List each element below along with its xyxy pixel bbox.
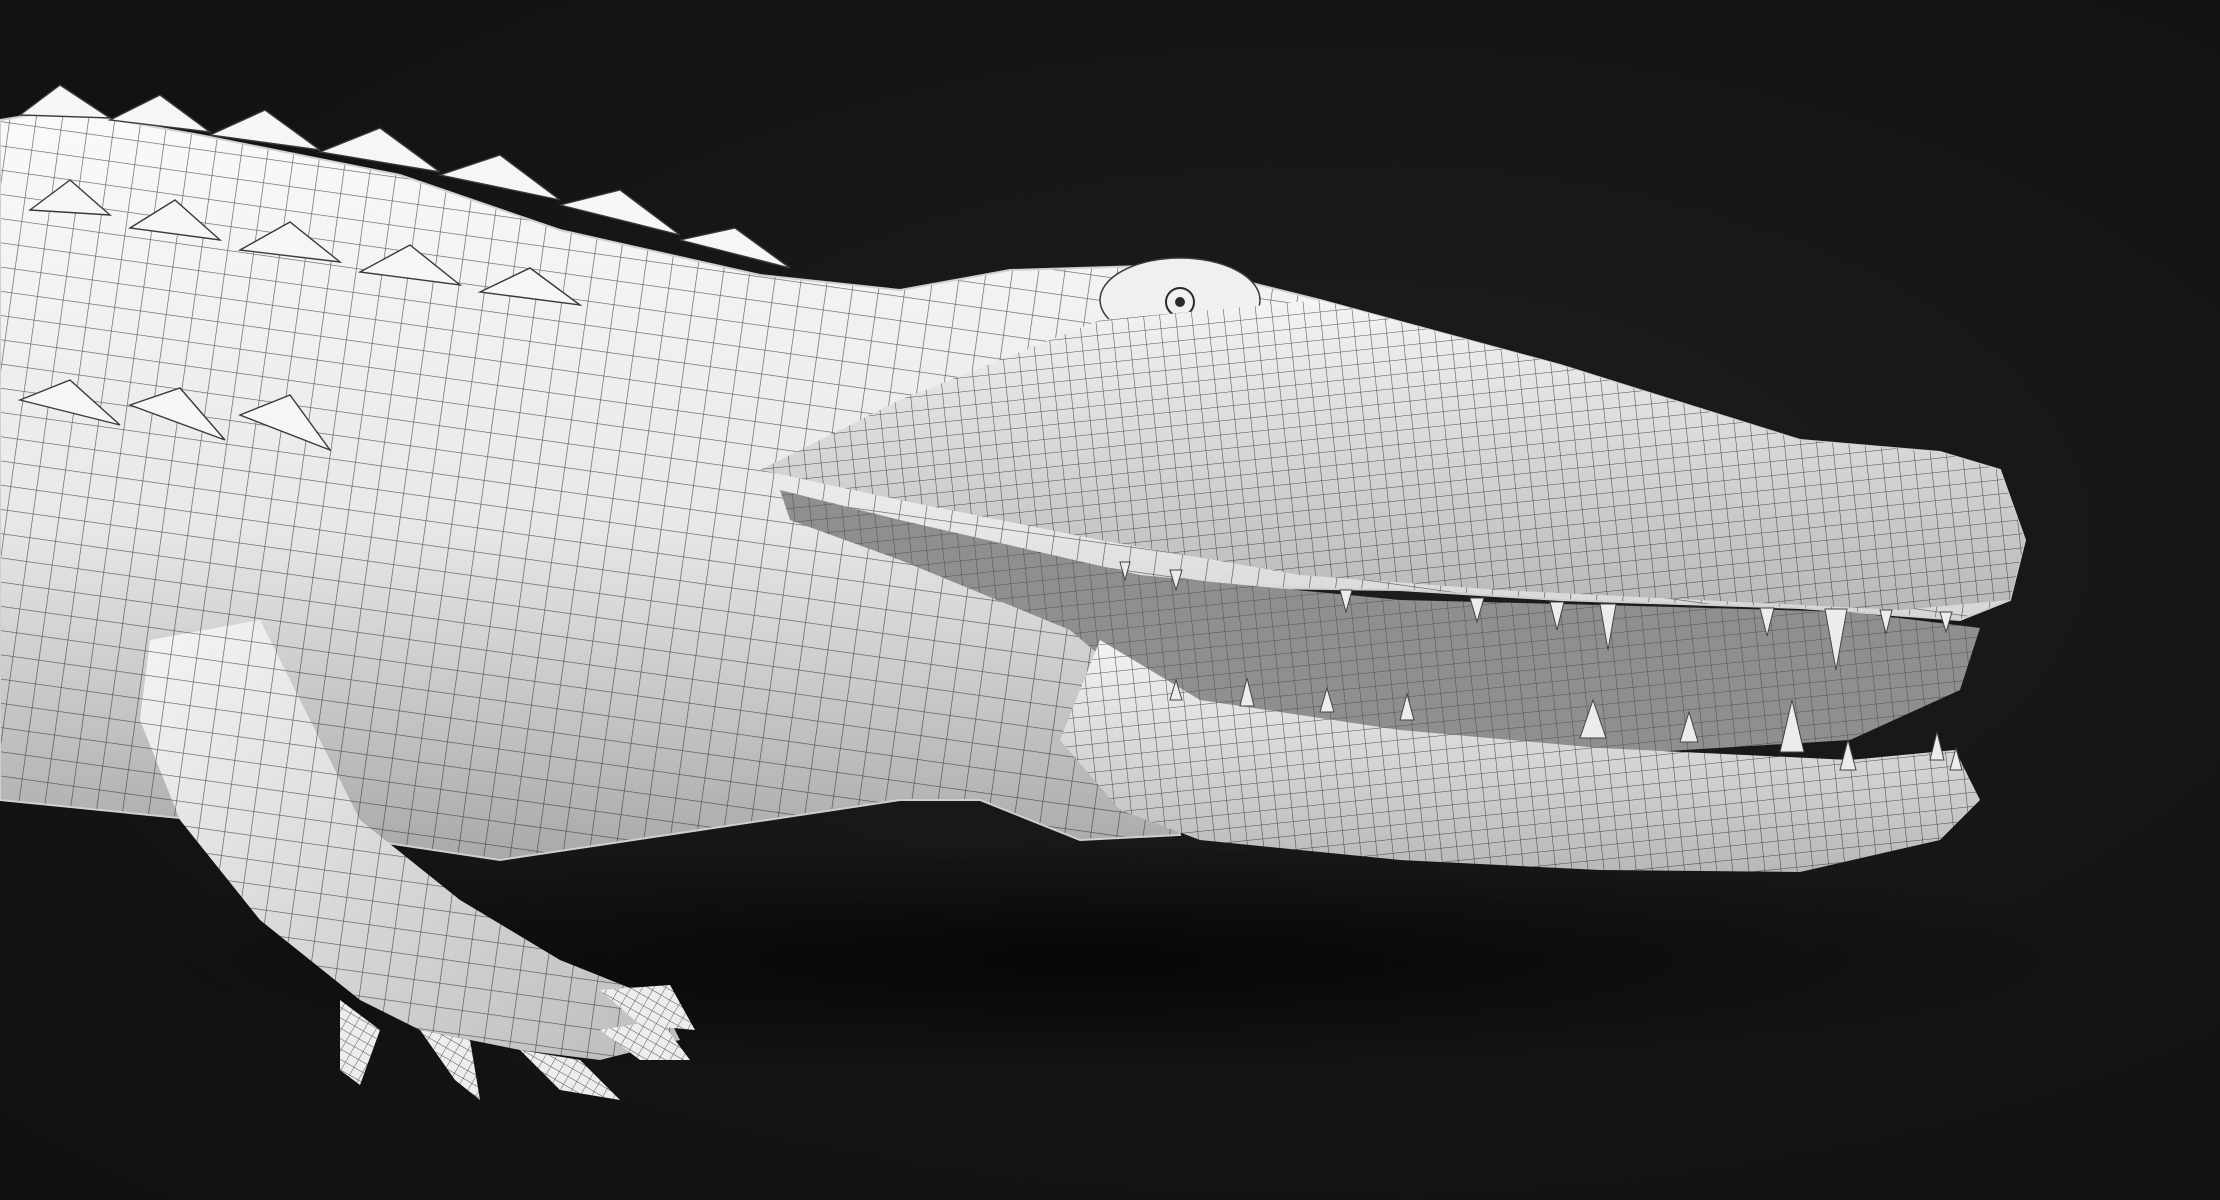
render-viewport bbox=[0, 0, 2220, 1200]
crocodile-render bbox=[0, 84, 2150, 1100]
